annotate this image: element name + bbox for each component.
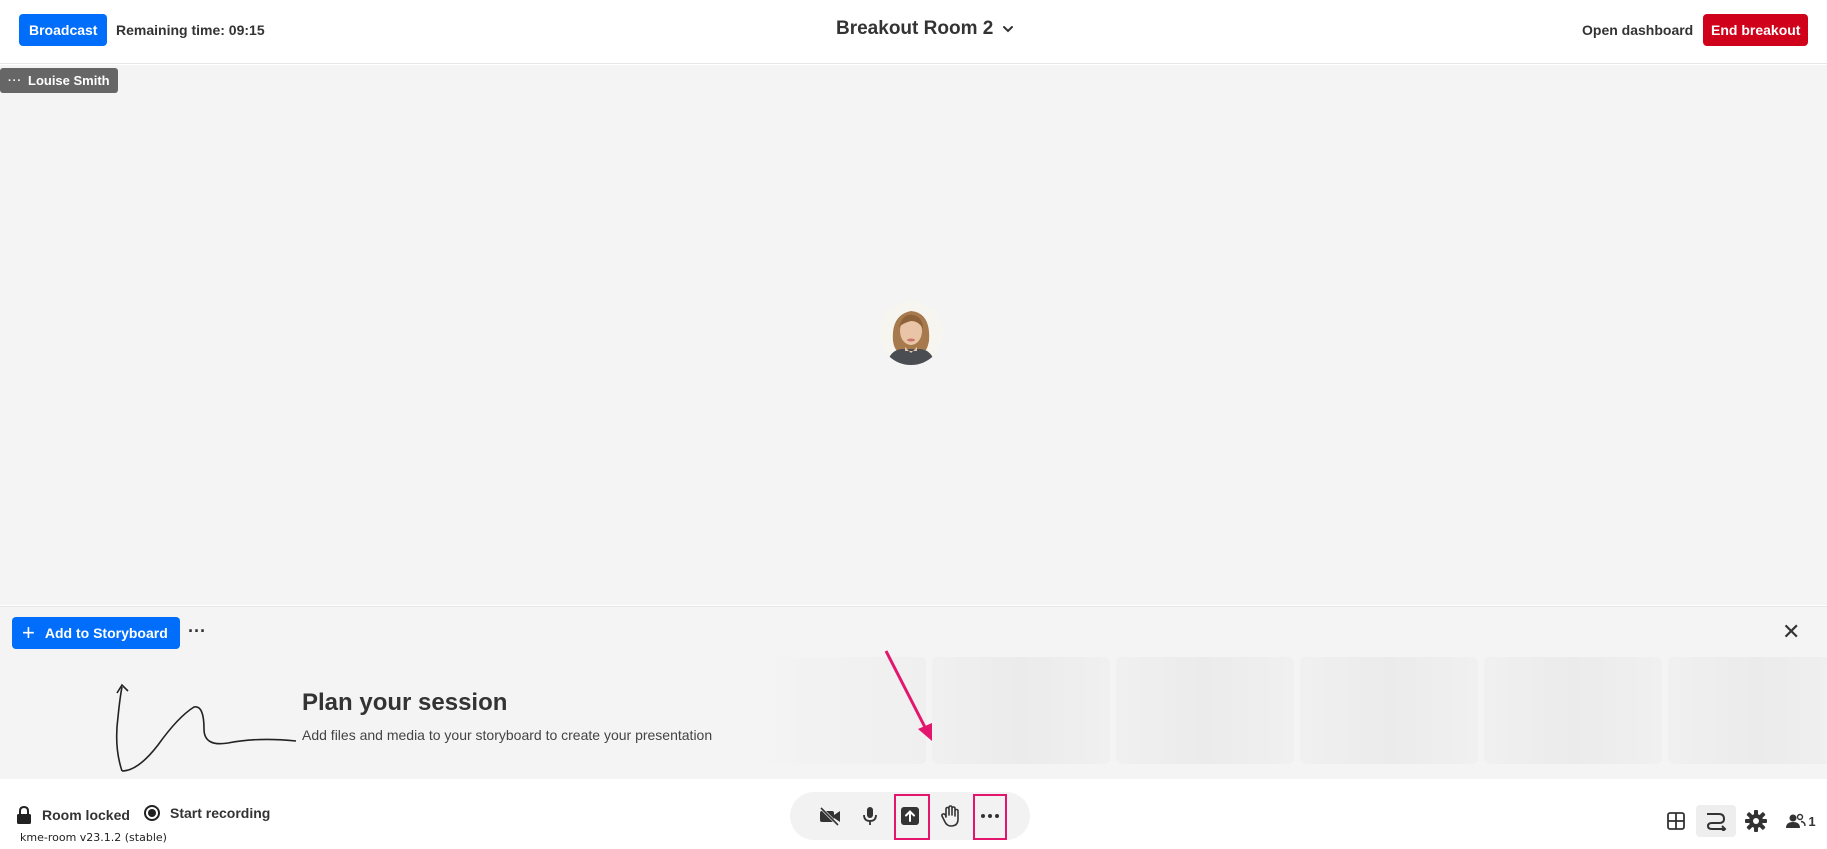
storyboard-slot[interactable] [1668, 657, 1827, 764]
lock-icon [17, 805, 31, 824]
room-title: Breakout Room 2 [836, 18, 994, 39]
grid-layout-icon[interactable] [1656, 805, 1696, 837]
start-recording-button[interactable]: Start recording [144, 805, 270, 821]
gear-icon[interactable] [1736, 805, 1776, 837]
participants-icon [1786, 813, 1807, 828]
route-icon[interactable] [1696, 805, 1736, 837]
participant-count: 1 [1808, 813, 1816, 829]
media-controls [790, 792, 1030, 840]
highlight-more [973, 794, 1007, 840]
close-icon[interactable]: ✕ [1782, 619, 1800, 645]
broadcast-button[interactable]: Broadcast [19, 14, 108, 46]
remaining-time: Remaining time: 09:15 [116, 22, 265, 38]
microphone-icon[interactable] [852, 798, 888, 834]
storyboard-slot[interactable] [932, 657, 1110, 764]
storyboard-slot[interactable] [1116, 657, 1294, 764]
plus-icon: + [22, 620, 35, 645]
room-locked-label: Room locked [42, 807, 130, 823]
participants-button[interactable]: 1 [1776, 805, 1826, 837]
avatar [879, 301, 943, 365]
plan-title: Plan your session [302, 689, 508, 716]
record-icon [144, 805, 160, 821]
room-selector[interactable]: Breakout Room 2 [836, 18, 1015, 40]
storyboard-more-icon[interactable]: ··· [188, 621, 206, 642]
plan-subtitle: Add files and media to your storyboard t… [302, 727, 713, 743]
annotation-arrow-icon [884, 650, 932, 741]
participant-name: Louise Smith [28, 73, 110, 88]
version-label: kme-room v23.1.2 (stable) [20, 831, 167, 844]
squiggle-arrow-icon [115, 683, 297, 772]
start-recording-label: Start recording [170, 805, 271, 821]
video-stage: ··· Louise Smith [0, 65, 1827, 605]
room-locked-toggle[interactable]: Room locked [16, 805, 130, 825]
chevron-down-icon [1003, 26, 1014, 33]
raise-hand-icon[interactable] [932, 798, 968, 834]
participant-name-tag[interactable]: ··· Louise Smith [0, 68, 118, 93]
end-breakout-button[interactable]: End breakout [1703, 14, 1809, 46]
open-dashboard-link[interactable]: Open dashboard [1582, 22, 1693, 38]
highlight-share [894, 794, 930, 840]
storyboard-slot[interactable] [1484, 657, 1662, 764]
top-bar: Broadcast Remaining time: 09:15 Breakout… [0, 0, 1827, 64]
add-to-storyboard-label: Add to Storyboard [44, 625, 168, 641]
bottom-bar: Room locked Start recording kme-room v23… [0, 779, 1827, 849]
camera-off-icon[interactable] [812, 798, 848, 834]
view-controls: 1 [1656, 805, 1826, 837]
storyboard-slot[interactable] [1300, 657, 1478, 764]
name-tag-menu-icon: ··· [8, 74, 22, 87]
add-to-storyboard-button[interactable]: + Add to Storyboard [12, 617, 180, 649]
